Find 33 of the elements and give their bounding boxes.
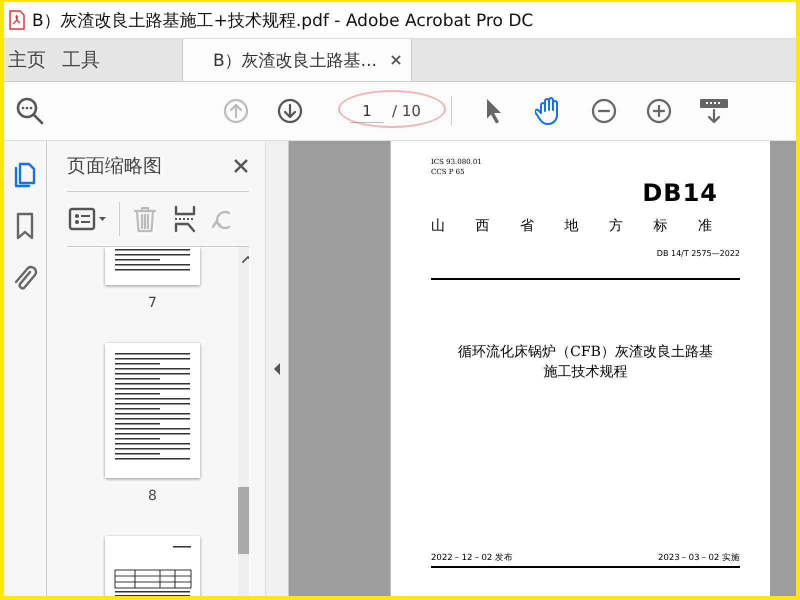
- close-icon[interactable]: [233, 158, 249, 174]
- page-number-field[interactable]: 1: [350, 100, 384, 122]
- keyboard-arrow-icon: [698, 97, 729, 125]
- pages-icon: [12, 160, 38, 188]
- panel-title: 页面缩略图: [67, 154, 162, 179]
- search-button[interactable]: [14, 96, 46, 126]
- standard-heading: 山西省地方标准: [431, 217, 740, 235]
- standard-code: DB 14/T 2575—2022: [656, 249, 740, 258]
- tab[interactable]: B）灰渣改良土路基...: [182, 39, 412, 81]
- page-thumbnail[interactable]: [105, 343, 200, 478]
- window-title: B）灰渣改良土路基施工+技术规程.pdf - Adobe Acrobat Pro DC: [32, 10, 534, 32]
- page-number: 8: [148, 488, 157, 504]
- issue-date: 2022－12－02 发布: [431, 552, 513, 564]
- page-thumbnail[interactable]: [105, 247, 200, 285]
- tab[interactable]: 工具: [58, 39, 112, 81]
- paperclip-icon: [12, 264, 38, 292]
- effective-date: 2023－03－02 实施: [658, 552, 740, 564]
- standard-logo: DB14: [642, 179, 718, 207]
- page-thumbnail[interactable]: [105, 536, 200, 596]
- pointer-icon: [484, 97, 503, 125]
- pdf-app-icon: [8, 10, 26, 30]
- bookmark-icon: [15, 212, 35, 240]
- arrow-down-circle-icon: [277, 98, 303, 124]
- page-total: / 10: [392, 102, 421, 120]
- plus-circle-icon: [646, 98, 672, 124]
- page-number: 7: [148, 295, 157, 311]
- tab[interactable]: 主页: [4, 39, 58, 81]
- minus-circle-icon: [590, 98, 617, 124]
- document-title: 循环流化床锅炉（CFB）灰渣改良土路基: [457, 343, 714, 362]
- document-title: 施工技术规程: [542, 363, 628, 382]
- arrow-up-circle-icon: [223, 98, 249, 124]
- collapse-handle[interactable]: [265, 141, 288, 596]
- close-icon[interactable]: [390, 55, 401, 65]
